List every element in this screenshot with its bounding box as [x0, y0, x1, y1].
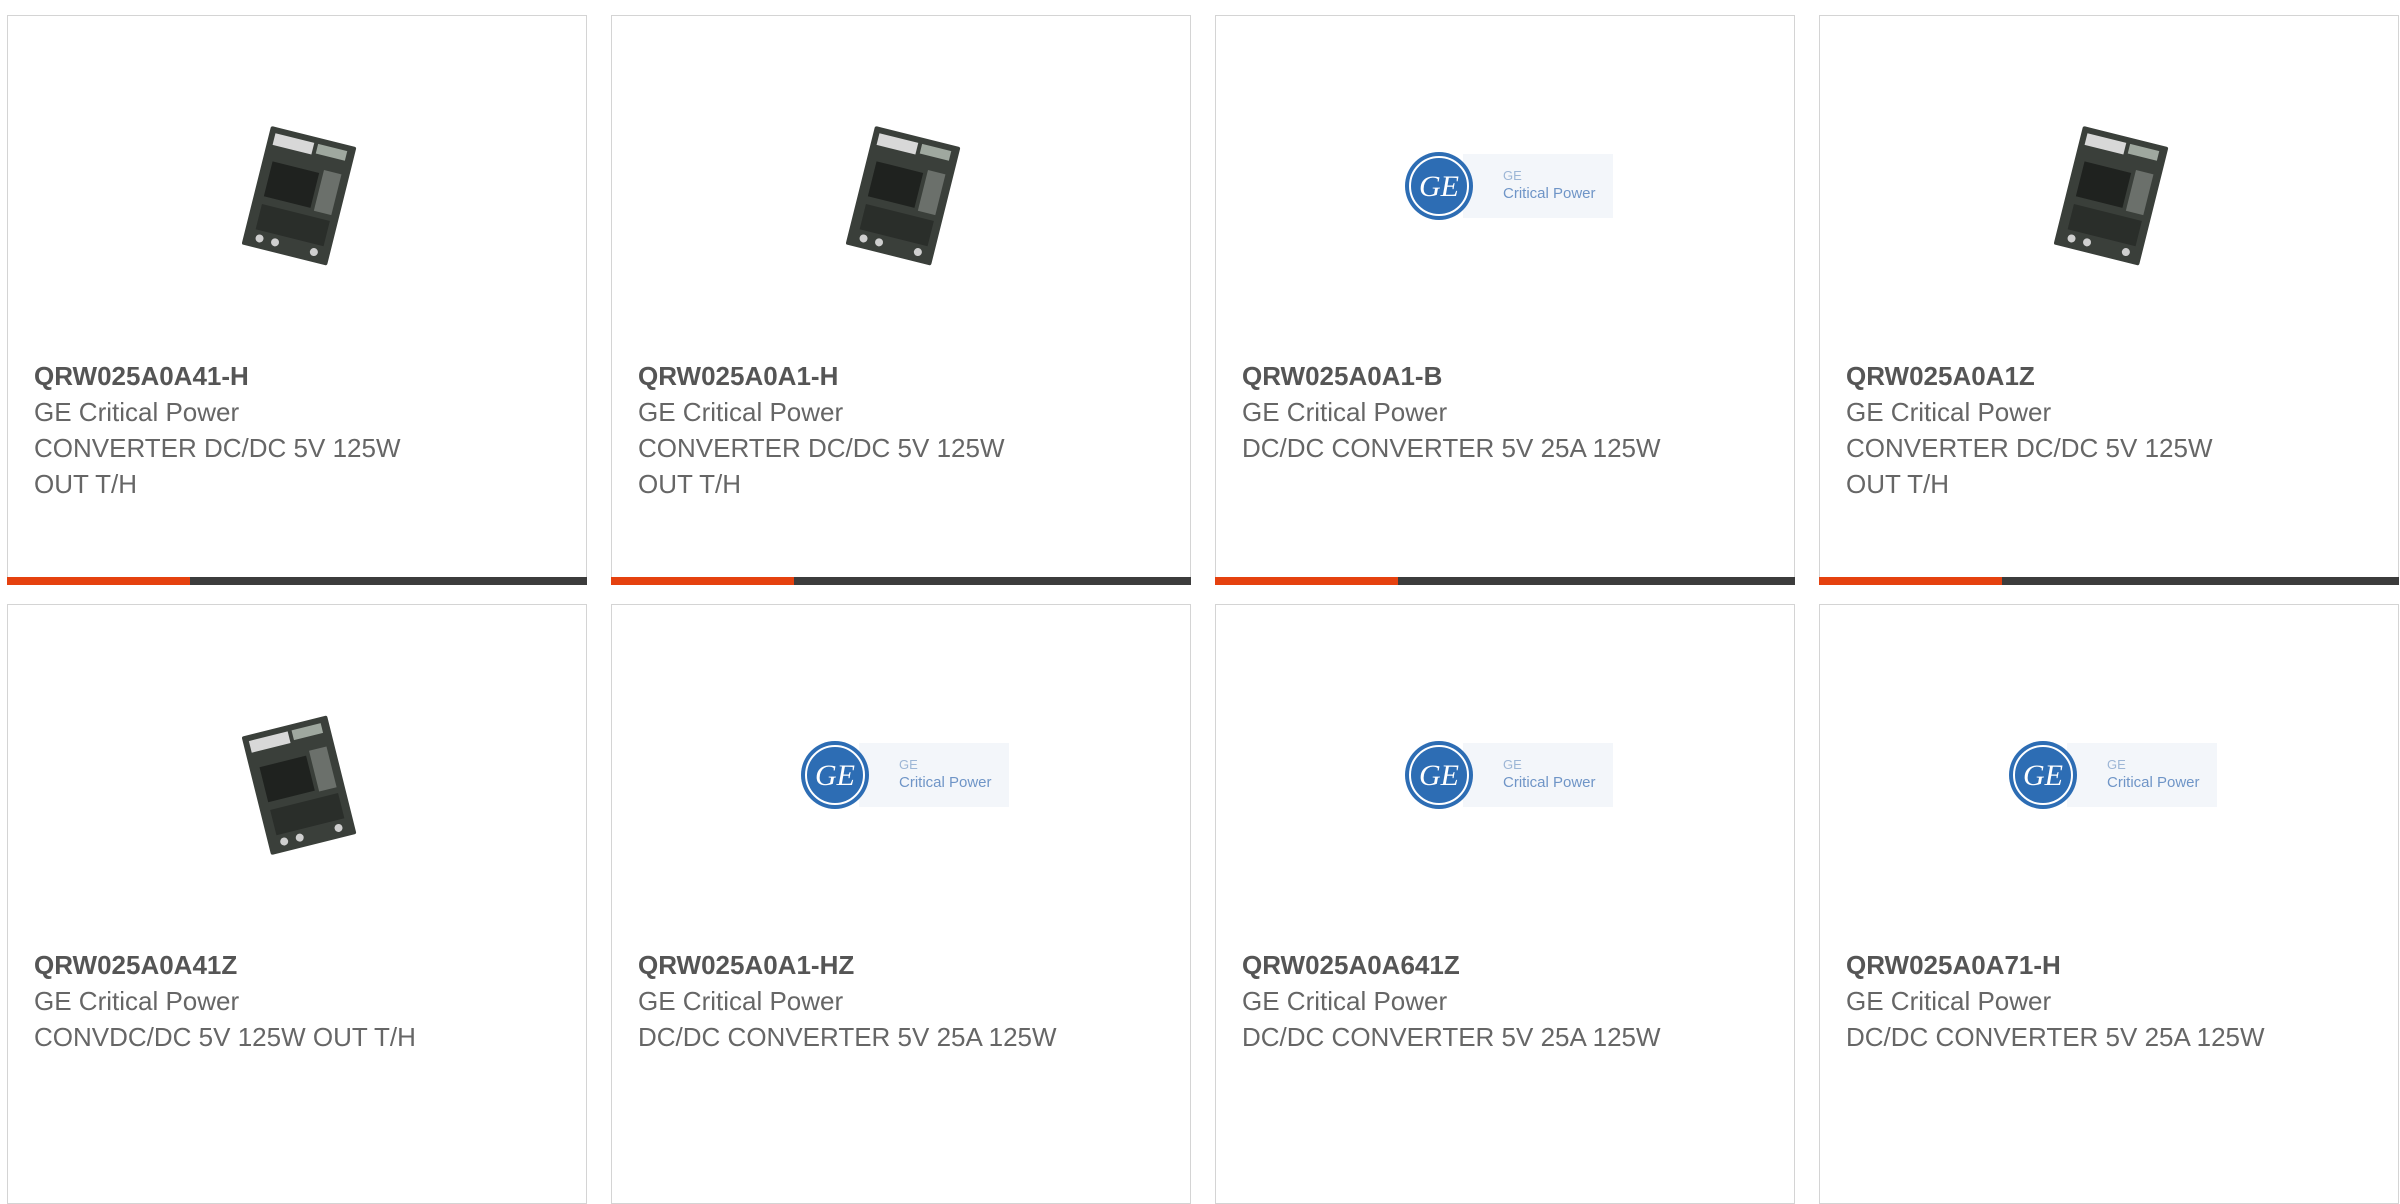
part-number[interactable]: QRW025A0A41Z [34, 947, 566, 983]
description: CONVDC/DC 5V 125W OUT T/H [34, 1022, 416, 1052]
card-footer-bar [1215, 577, 1795, 585]
power-module-image [242, 715, 357, 855]
ge-monogram: GE [2023, 759, 2063, 792]
card-accent-bar [1215, 577, 1398, 585]
description: DC/DC CONVERTER 5V 25A 125W [1242, 1022, 1661, 1052]
ge-monogram: GE [815, 759, 855, 792]
power-module-image [846, 126, 961, 266]
manufacturer: GE Critical Power [1242, 397, 1448, 427]
description: DC/DC CONVERTER 5V 25A 125W [638, 1022, 1057, 1052]
product-card[interactable]: GE GE Critical Power QRW025A0A641Z GE Cr… [1215, 604, 1795, 1204]
ge-critical-power-logo: GE GE Critical Power [2009, 741, 2217, 809]
part-number[interactable]: QRW025A0A41-H [34, 358, 566, 394]
manufacturer: GE Critical Power [638, 986, 844, 1016]
manufacturer: GE Critical Power [1846, 986, 2052, 1016]
logo-line1: GE [899, 757, 918, 772]
description: CONVERTER DC/DC 5V 125W OUT T/H [34, 433, 401, 499]
manufacturer: GE Critical Power [1242, 986, 1448, 1016]
part-number[interactable]: QRW025A0A1-B [1242, 358, 1774, 394]
description: DC/DC CONVERTER 5V 25A 125W [1846, 1022, 2265, 1052]
card-accent-bar [7, 577, 190, 585]
manufacturer: GE Critical Power [638, 397, 844, 427]
description: CONVERTER DC/DC 5V 125W OUT T/H [1846, 433, 2213, 499]
part-number[interactable]: QRW025A0A1Z [1846, 358, 2378, 394]
card-footer-bar [1819, 577, 2399, 585]
product-card[interactable]: GE GE Critical Power QRW025A0A71-H GE Cr… [1819, 604, 2399, 1204]
part-number[interactable]: QRW025A0A1-H [638, 358, 1170, 394]
logo-line2: Critical Power [1503, 774, 1596, 791]
product-card[interactable]: GE GE Critical Power QRW025A0A1-B GE Cri… [1215, 15, 1795, 585]
part-number[interactable]: QRW025A0A641Z [1242, 947, 1774, 983]
power-module-image [242, 126, 357, 266]
product-card[interactable]: QRW025A0A1-H GE Critical Power CONVERTER… [611, 15, 1191, 585]
description: CONVERTER DC/DC 5V 125W OUT T/H [638, 433, 1005, 499]
product-card[interactable]: QRW025A0A41-H GE Critical Power CONVERTE… [7, 15, 587, 585]
description: DC/DC CONVERTER 5V 25A 125W [1242, 433, 1661, 463]
manufacturer: GE Critical Power [34, 986, 240, 1016]
product-card[interactable]: QRW025A0A41Z GE Critical Power CONVDC/DC… [7, 604, 587, 1204]
power-module-image [2054, 126, 2169, 266]
card-accent-bar [611, 577, 794, 585]
logo-line1: GE [1503, 168, 1522, 183]
logo-line2: Critical Power [2107, 774, 2200, 791]
card-footer-bar [611, 577, 1191, 585]
ge-critical-power-logo: GE GE Critical Power [1405, 152, 1613, 220]
logo-line2: Critical Power [899, 774, 992, 791]
card-footer-bar [7, 577, 587, 585]
part-number[interactable]: QRW025A0A1-HZ [638, 947, 1170, 983]
part-number[interactable]: QRW025A0A71-H [1846, 947, 2378, 983]
logo-line1: GE [1503, 757, 1522, 772]
ge-critical-power-logo: GE GE Critical Power [801, 741, 1009, 809]
logo-line1: GE [2107, 757, 2126, 772]
ge-monogram: GE [1419, 759, 1459, 792]
logo-line2: Critical Power [1503, 185, 1596, 202]
product-card[interactable]: GE GE Critical Power QRW025A0A1-HZ GE Cr… [611, 604, 1191, 1204]
ge-critical-power-logo: GE GE Critical Power [1405, 741, 1613, 809]
manufacturer: GE Critical Power [34, 397, 240, 427]
manufacturer: GE Critical Power [1846, 397, 2052, 427]
product-card[interactable]: QRW025A0A1Z GE Critical Power CONVERTER … [1819, 15, 2399, 585]
ge-monogram: GE [1419, 170, 1459, 203]
card-accent-bar [1819, 577, 2002, 585]
